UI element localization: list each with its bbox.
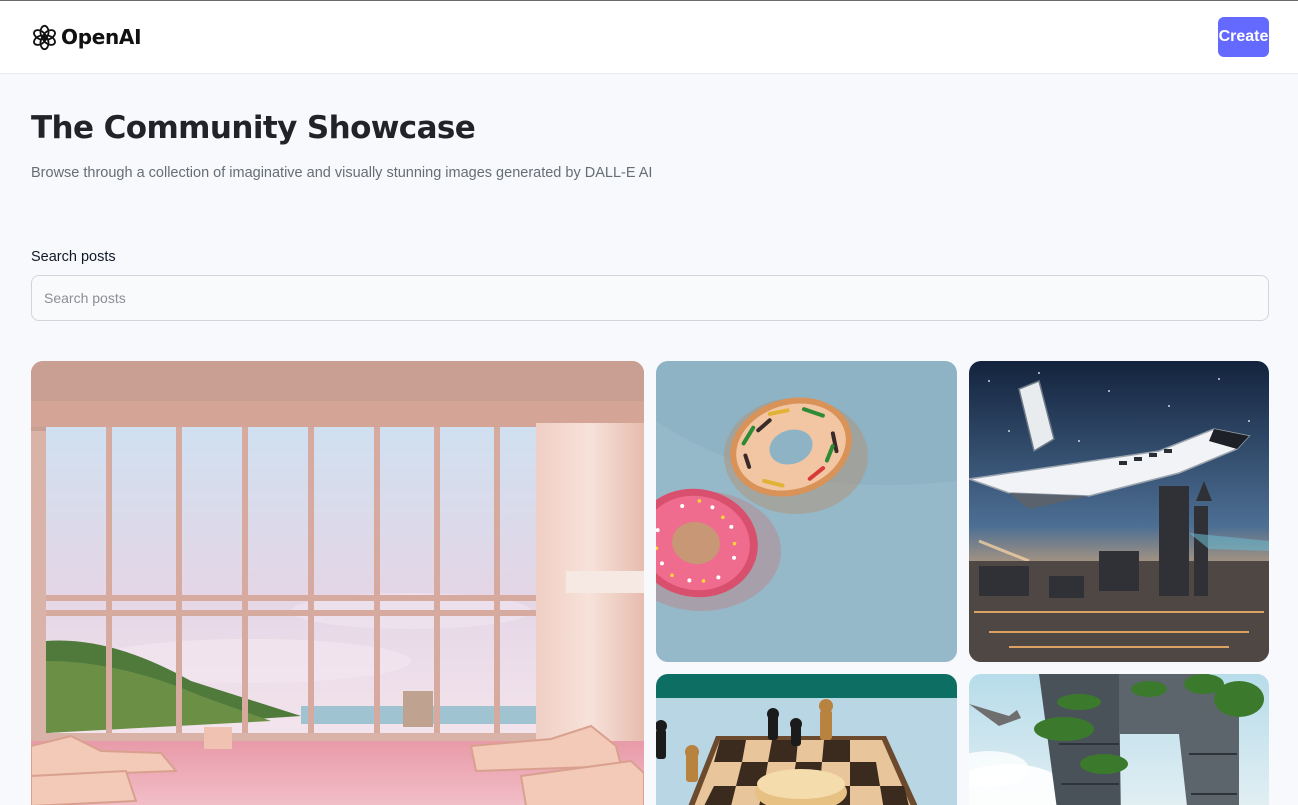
chess-board-image xyxy=(656,674,957,805)
lounge-with-tall-windows-image xyxy=(31,361,644,805)
overgrown-tower-image xyxy=(969,674,1269,805)
site-header: OpenAI Create xyxy=(0,1,1298,74)
donuts-floating-in-water-image xyxy=(656,361,957,662)
create-button[interactable]: Create xyxy=(1218,17,1269,57)
openai-logo-icon xyxy=(33,24,56,50)
search-input[interactable] xyxy=(31,275,1269,321)
page-title: The Community Showcase xyxy=(31,110,476,146)
logo-text: OpenAI xyxy=(61,25,142,49)
post-card[interactable] xyxy=(31,361,644,805)
post-card[interactable] xyxy=(969,361,1269,662)
post-card[interactable] xyxy=(969,674,1269,805)
search-label: Search posts xyxy=(31,249,116,265)
openai-logo-link[interactable]: OpenAI xyxy=(31,24,142,51)
post-card[interactable] xyxy=(656,674,957,805)
page-subtitle: Browse through a collection of imaginati… xyxy=(31,165,653,181)
space-shuttle-over-city-image xyxy=(969,361,1269,662)
post-card[interactable] xyxy=(656,361,957,662)
